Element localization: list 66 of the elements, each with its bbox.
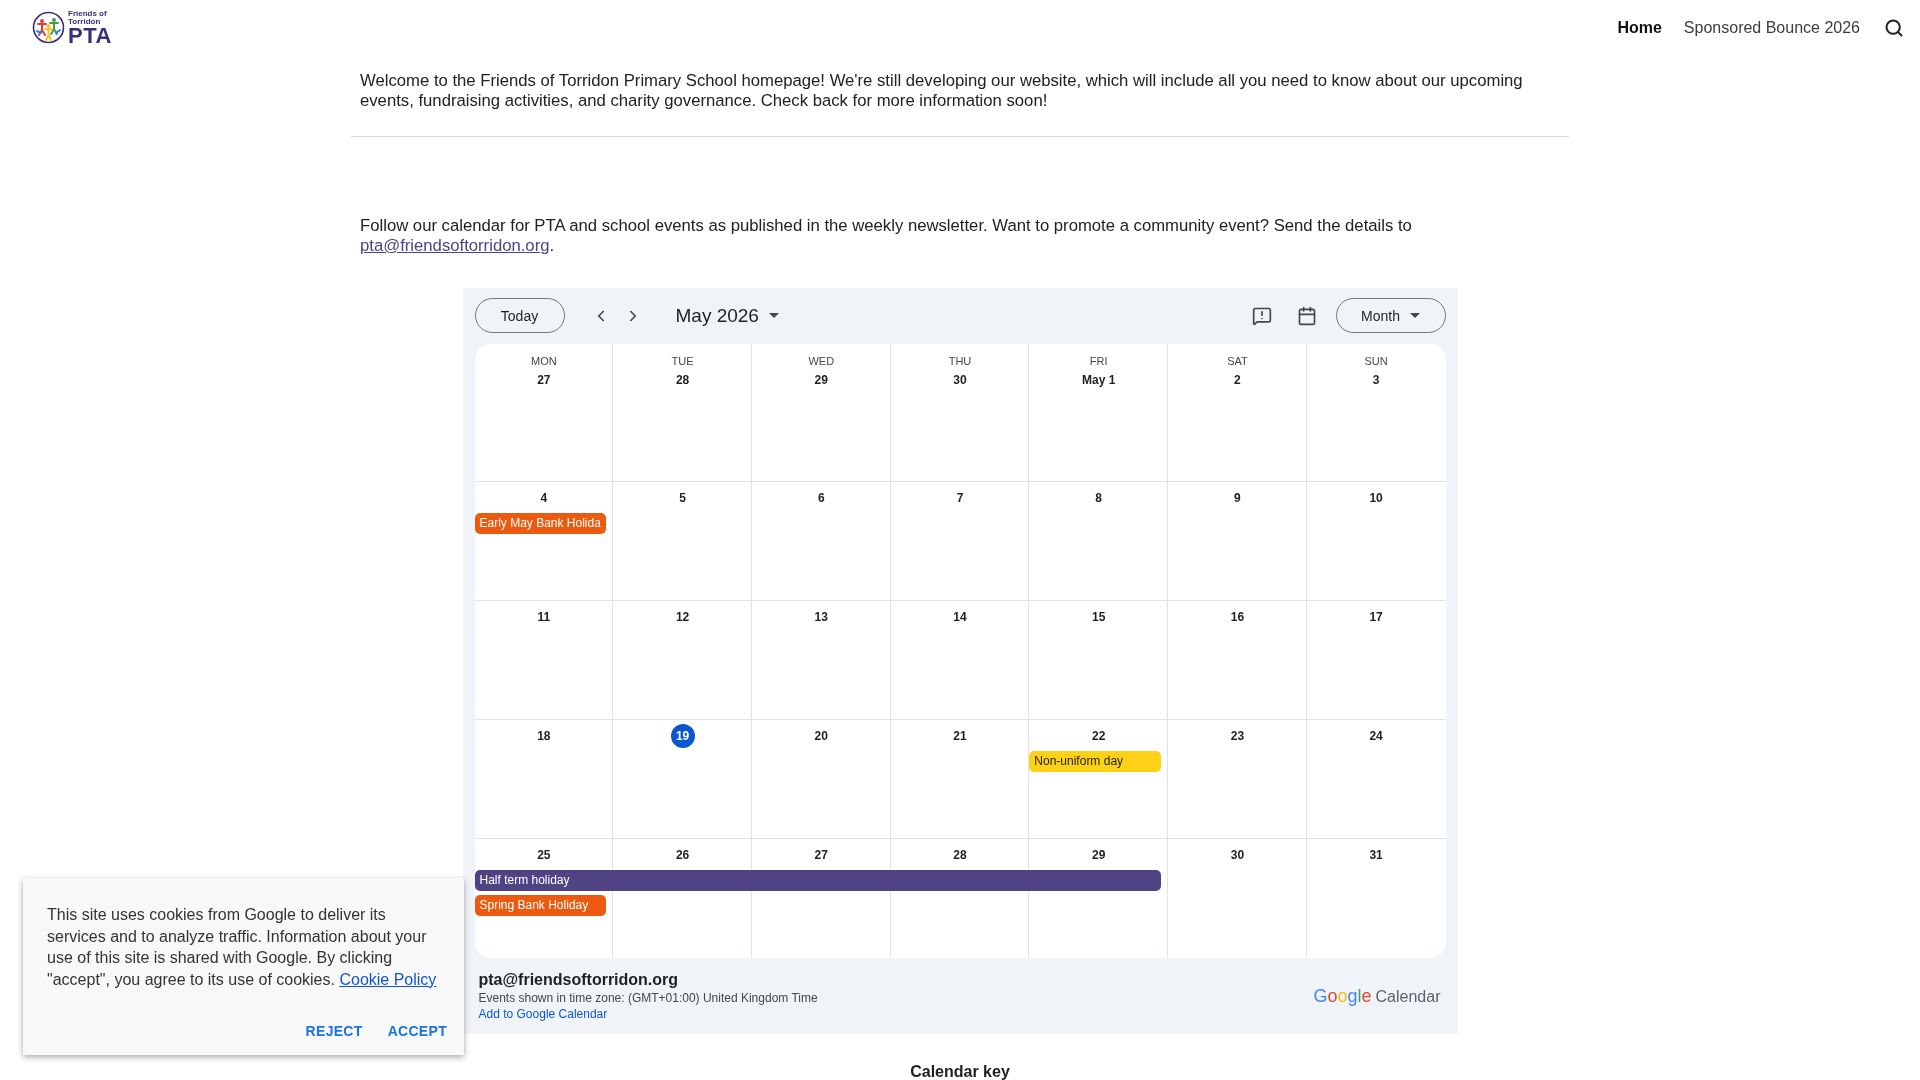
month-picker[interactable]: May 2026 (671, 300, 783, 331)
caret-icon (768, 313, 779, 318)
date-number[interactable]: 18 (531, 724, 556, 748)
date-number[interactable]: 2 (1225, 368, 1250, 392)
date-number[interactable]: 28 (948, 843, 972, 867)
date-number[interactable]: 14 (948, 605, 972, 629)
calendar-key-heading: Calendar key (909, 1062, 1011, 1080)
nav-link[interactable]: Sponsored Bounce 2026 (1683, 17, 1860, 38)
date-number[interactable]: 22 (1086, 724, 1111, 748)
date-number[interactable]: 8 (1086, 486, 1111, 510)
date-number[interactable]: 6 (809, 486, 834, 510)
cookie-notice-text: This site uses cookies from Google to deliver its services and to analyze traffic. Information about your use of this site is shared with Google. By clicking "accept", you agree to its use of cookies. Cookie Policy (47, 905, 438, 990)
date-number[interactable]: 29 (1086, 843, 1111, 867)
timezone-note: Events shown in time zone: (GMT+01:00) United Kingdom Time (478, 990, 818, 1006)
feedback-icon[interactable] (1251, 305, 1272, 326)
date-number[interactable]: 4 (531, 486, 556, 510)
date-number[interactable]: 20 (809, 724, 834, 748)
weekday-label: SUN (1364, 355, 1388, 368)
date-number[interactable]: 12 (670, 605, 695, 629)
logo-text[interactable]: Friends of Torridon PTA (68, 9, 112, 46)
date-number[interactable]: 27 (531, 368, 556, 392)
email-link[interactable]: pta@friendsoftorridon.org (360, 236, 550, 255)
add-calendar-link[interactable]: Add to Google Calendar (478, 1006, 608, 1022)
search-icon[interactable] (1884, 17, 1904, 38)
date-number[interactable]: 13 (809, 605, 834, 629)
date-number[interactable]: 17 (1364, 605, 1389, 629)
cookie-button[interactable]: REJECT (297, 1016, 371, 1046)
date-number[interactable]: 28 (670, 368, 695, 392)
calendar-logo[interactable]: Google Calendar (1313, 985, 1441, 1007)
date-number[interactable]: 25 (531, 843, 556, 867)
caret-icon (1409, 313, 1420, 318)
date-number[interactable]: 7 (948, 486, 972, 510)
weekday-label: TUE (671, 355, 694, 368)
date-number[interactable]: 24 (1364, 724, 1389, 748)
weekday-label: WED (808, 355, 835, 368)
date-number[interactable]: 21 (948, 724, 972, 748)
date-number[interactable]: May 1 (1078, 368, 1120, 392)
date-number[interactable]: 5 (670, 486, 695, 510)
date-number[interactable]: 10 (1364, 486, 1389, 510)
weekday-label: FRI (1089, 355, 1108, 368)
figures-circle-icon (32, 11, 65, 44)
date-number[interactable]: 11 (531, 605, 556, 629)
weekday-label: SAT (1227, 355, 1248, 368)
date-number[interactable]: 31 (1364, 843, 1389, 867)
event-chip[interactable]: Half term holiday (474, 870, 1162, 891)
date-number[interactable]: 27 (809, 843, 834, 867)
calendar-owner-email: pta@friendsoftorridon.org (478, 970, 679, 990)
date-number[interactable]: 23 (1225, 724, 1250, 748)
calendar-intro-paragraph: Follow our calendar for PTA and school events as published in the weekly newsletter. Want to promote a community event? Send the details to pta@friendsoftorridon.org. (360, 216, 1413, 256)
weekday-label: THU (948, 355, 972, 368)
intro-paragraph: Welcome to the Friends of Torridon Primary School homepage! We're still developing our website, which will include all you need to know about our upcoming events, fundraising activities, and charity governance. Check back for more information soon! (360, 71, 1524, 111)
date-number[interactable]: 29 (809, 368, 834, 392)
cookie-button[interactable]: ACCEPT (379, 1016, 455, 1046)
date-number[interactable]: 16 (1225, 605, 1250, 629)
cookie-policy-link[interactable]: Cookie Policy (339, 970, 437, 988)
event-chip[interactable]: Non-uniform day (1029, 751, 1162, 772)
date-number[interactable]: 30 (948, 368, 972, 392)
nav-link[interactable]: Home (1617, 17, 1662, 38)
calendar-icon[interactable] (1296, 305, 1317, 326)
weekday-label: MON (531, 355, 557, 368)
date-number[interactable]: 30 (1225, 843, 1250, 867)
date-number[interactable]: 9 (1225, 486, 1250, 510)
date-number[interactable]: 3 (1364, 368, 1389, 392)
date-number[interactable]: 19 (670, 724, 695, 748)
date-number[interactable]: 15 (1086, 605, 1111, 629)
date-number[interactable]: 26 (670, 843, 695, 867)
